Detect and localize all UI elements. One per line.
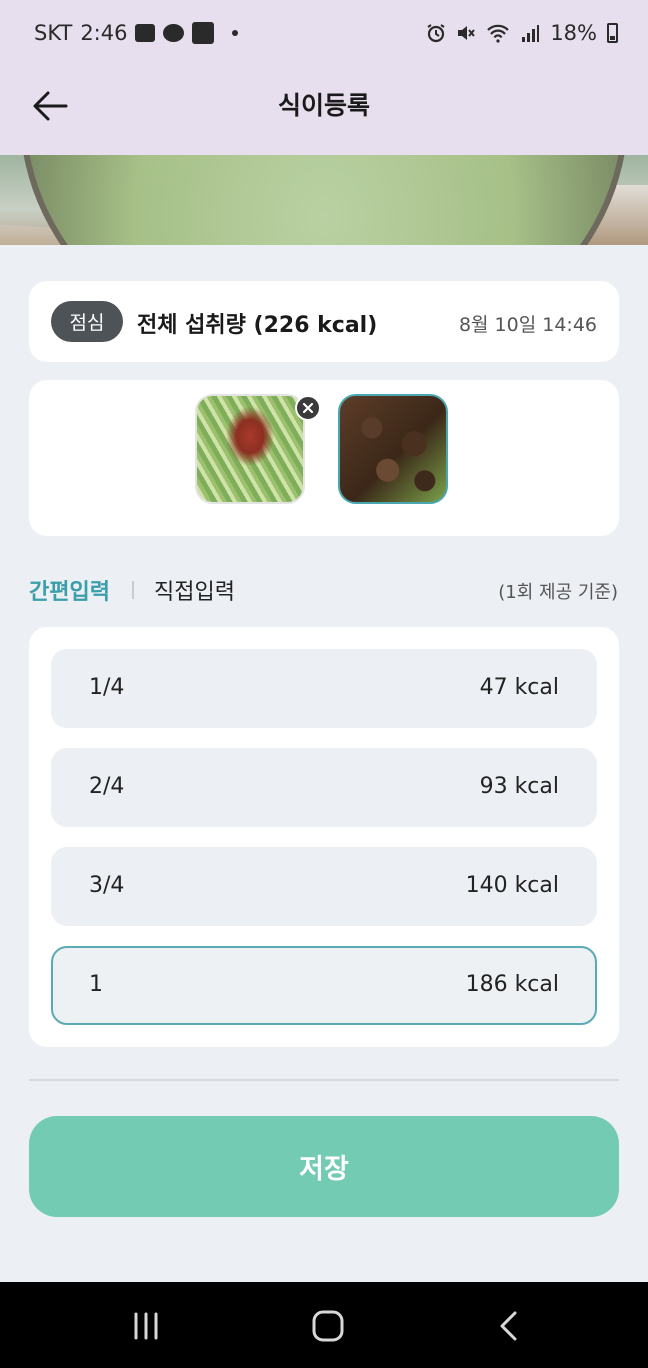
portion-kcal: 186 kcal — [465, 972, 559, 997]
recent-apps-button[interactable] — [124, 1304, 168, 1348]
portion-label: 1/4 — [89, 675, 125, 700]
signal-icon — [522, 25, 540, 42]
top-bar: SKT 2:46 18% 식이등록 — [0, 0, 648, 155]
mute-icon — [458, 26, 476, 40]
close-icon — [302, 402, 314, 414]
meal-type-badge[interactable]: 점심 — [51, 301, 123, 342]
tab-divider — [131, 581, 134, 599]
portion-option[interactable]: 2/4 93 kcal — [51, 748, 597, 827]
page-title: 식이등록 — [277, 91, 370, 120]
remove-photo-button[interactable] — [295, 395, 321, 421]
portion-label: 2/4 — [89, 774, 125, 799]
gallery-notification-icon — [135, 24, 156, 42]
portion-kcal: 93 kcal — [479, 774, 559, 799]
food-thumbnail-bulgogi[interactable] — [338, 394, 448, 504]
talk-notification-icon — [163, 24, 185, 42]
status-bar: SKT 2:46 18% — [0, 0, 648, 64]
input-mode-tabs: 간편입력 직접입력 — [29, 574, 235, 606]
wifi-icon — [487, 24, 510, 43]
photo-list-card — [29, 380, 619, 536]
stock-notification-icon — [192, 22, 215, 44]
portion-option-selected[interactable]: 1 186 kcal — [51, 946, 597, 1025]
meal-summary-card: 점심 전체 섭취량 (226 kcal) 8월 10일 14:46 — [29, 281, 619, 362]
status-right: 18% — [426, 18, 618, 48]
system-back-button[interactable] — [487, 1304, 531, 1348]
food-photo-banner — [0, 155, 648, 245]
more-notifications-icon — [232, 30, 239, 36]
alarm-icon — [427, 24, 445, 43]
meal-datetime[interactable]: 8월 10일 14:46 — [459, 310, 597, 337]
home-button[interactable] — [306, 1304, 350, 1348]
serving-basis-note: (1회 제공 기준) — [498, 582, 618, 603]
save-button[interactable]: 저장 — [29, 1116, 619, 1217]
tab-manual-input[interactable]: 직접입력 — [154, 574, 235, 606]
portion-kcal: 140 kcal — [465, 873, 559, 898]
battery-percent: 18% — [550, 21, 597, 45]
tab-simple-input[interactable]: 간편입력 — [29, 574, 110, 606]
plate-image — [20, 155, 628, 245]
system-nav-bar — [0, 1282, 648, 1368]
status-left: SKT 2:46 — [34, 18, 239, 48]
recent-apps-icon — [134, 1312, 158, 1340]
portion-option[interactable]: 1/4 47 kcal — [51, 649, 597, 728]
food-thumbnail-salad[interactable] — [195, 394, 305, 504]
home-icon — [312, 1310, 344, 1342]
battery-icon — [607, 23, 618, 43]
carrier-label: SKT — [34, 21, 73, 45]
total-intake-label: 전체 섭취량 (226 kcal) — [137, 313, 378, 338]
portion-kcal: 47 kcal — [479, 675, 559, 700]
chevron-left-icon — [500, 1311, 517, 1341]
section-divider — [29, 1079, 619, 1081]
portion-option[interactable]: 3/4 140 kcal — [51, 847, 597, 926]
portion-label: 3/4 — [89, 873, 125, 898]
clock-label: 2:46 — [80, 21, 128, 45]
portion-label: 1 — [89, 972, 103, 997]
portion-options-card: 1/4 47 kcal 2/4 93 kcal 3/4 140 kcal 1 1… — [29, 627, 619, 1047]
